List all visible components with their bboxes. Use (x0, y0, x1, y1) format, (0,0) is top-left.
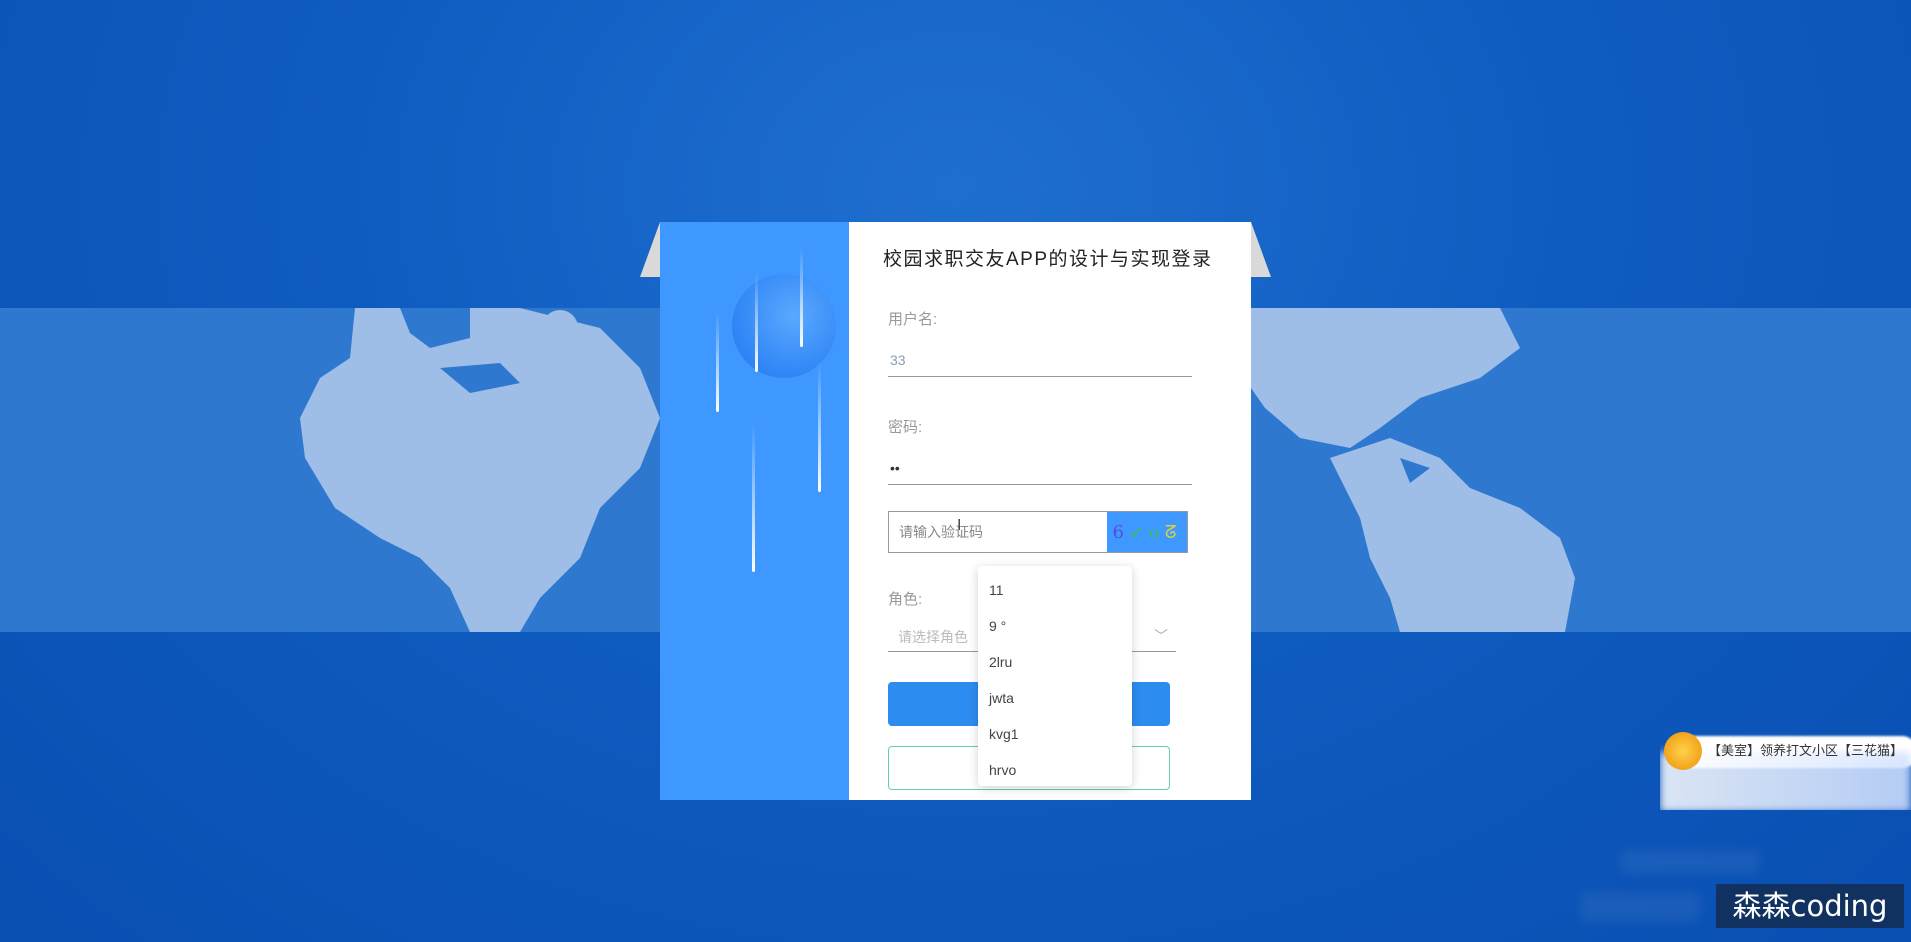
captcha-char: o (1149, 521, 1165, 543)
role-option[interactable]: kvg1 (978, 716, 1132, 752)
captcha-char: 6 (1112, 521, 1129, 543)
card-corner-right (1251, 222, 1271, 277)
captcha-image[interactable]: 6 ↙ o ᘔ (1107, 512, 1187, 552)
sun-icon (1664, 732, 1702, 770)
role-label: 角色: (888, 591, 923, 608)
watermark: 森森coding (1716, 884, 1904, 928)
login-card: 校园求职交友APP的设计与实现登录 用户名: 密码: 6 ↙ o ᘔ I 角色:… (660, 222, 1251, 800)
page-title: 校园求职交友APP的设计与实现登录 (883, 249, 1213, 270)
text-cursor-icon: I (957, 517, 962, 534)
captcha-input[interactable] (889, 512, 1107, 552)
username-input[interactable] (888, 344, 1192, 377)
password-label: 密码: (888, 419, 923, 436)
chevron-down-icon: ﹀ (1154, 628, 1168, 644)
role-dropdown: 11 9 ° 2lru jwta kvg1 hrvo (978, 566, 1132, 786)
decorative-streak (755, 272, 758, 372)
card-corner-left (640, 222, 660, 277)
decorative-streak (752, 422, 755, 572)
decorative-streak (800, 247, 803, 347)
blurred-overlay (1580, 892, 1700, 922)
decorative-streak (716, 312, 719, 412)
notification-toast[interactable]: 【美室】领养打文小区【三花猫】 (1660, 732, 1911, 810)
role-placeholder: 请选择角色 (898, 629, 968, 645)
captcha-char: ↙ (1128, 521, 1150, 543)
role-option[interactable]: jwta (978, 680, 1132, 716)
password-input[interactable] (888, 452, 1192, 485)
role-option[interactable]: 11 (978, 572, 1132, 608)
notification-text: 【美室】领养打文小区【三花猫】 (1708, 743, 1904, 758)
role-option[interactable]: 2lru (978, 644, 1132, 680)
decorative-panel (660, 222, 849, 800)
username-label: 用户名: (888, 311, 938, 328)
decorative-streak (818, 362, 821, 492)
blurred-overlay (1620, 850, 1760, 874)
role-option[interactable]: 9 ° (978, 608, 1132, 644)
captcha-field: 6 ↙ o ᘔ (888, 511, 1188, 553)
role-option[interactable]: hrvo (978, 752, 1132, 788)
captcha-char: ᘔ (1164, 521, 1182, 543)
